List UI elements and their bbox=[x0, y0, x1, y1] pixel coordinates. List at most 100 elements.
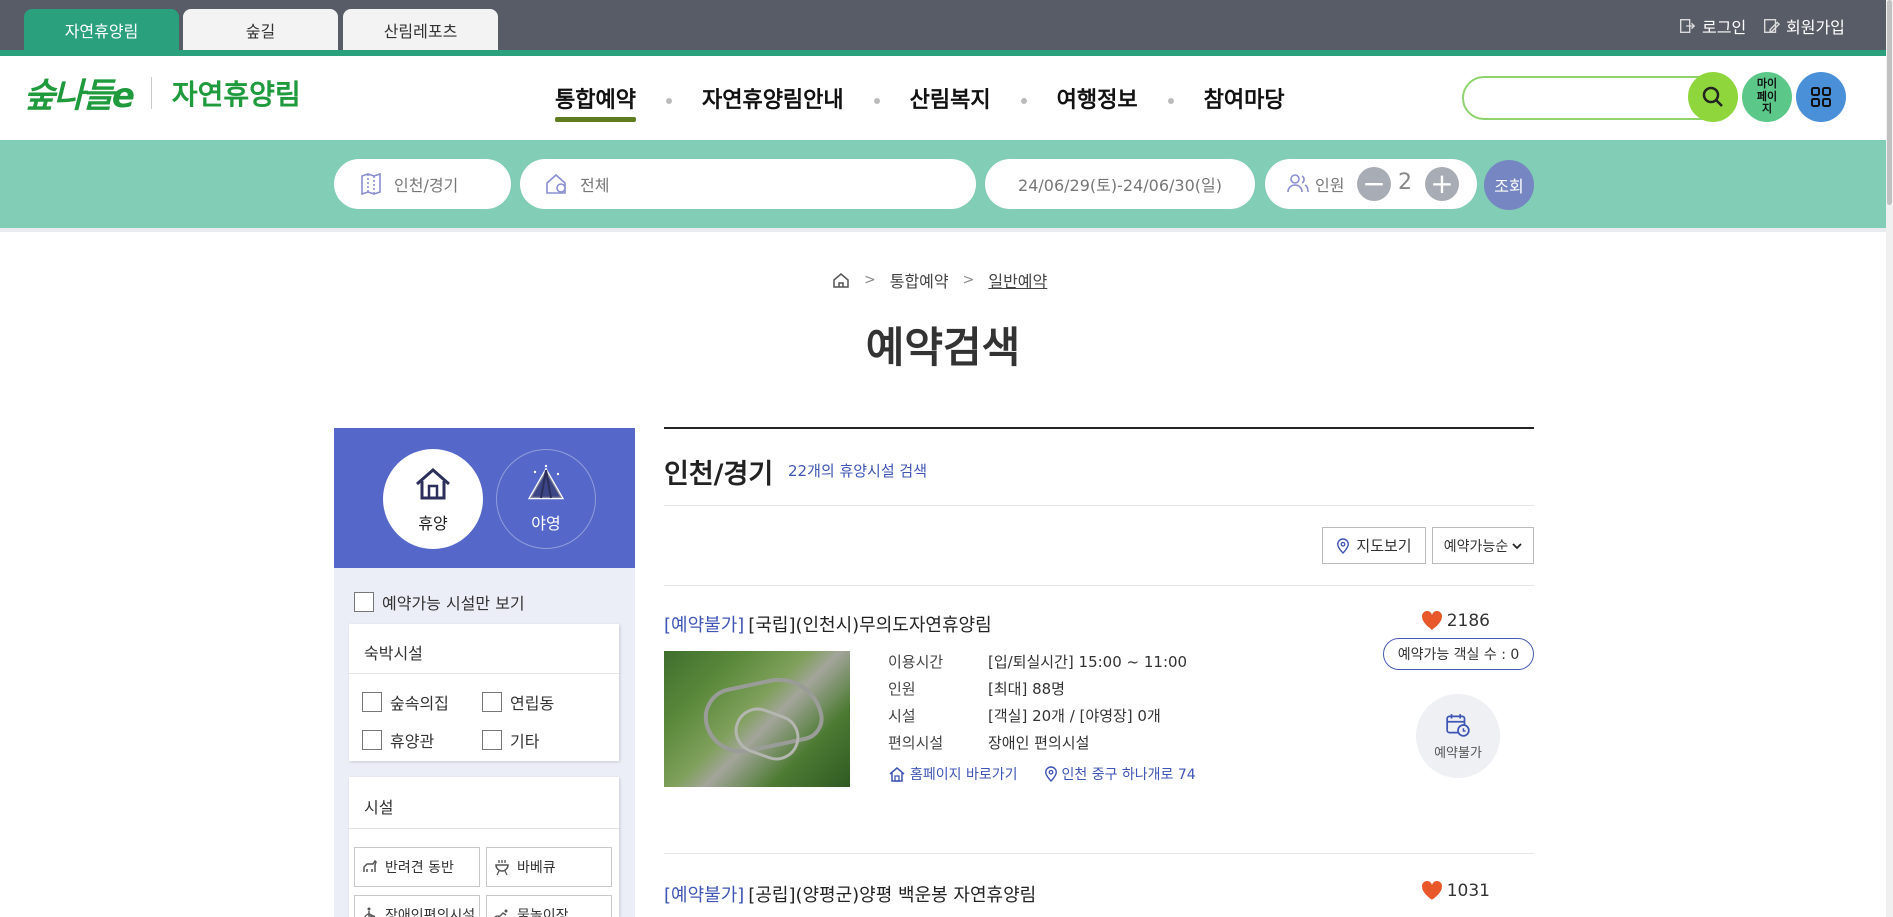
lodging-filter-box: 숙박시설 숲속의집 연립동 휴양관 기타 bbox=[349, 624, 619, 761]
search-button[interactable] bbox=[1688, 72, 1738, 122]
region-select[interactable]: 인천/경기 bbox=[334, 159, 511, 209]
chevron-down-icon bbox=[1512, 542, 1522, 549]
heart-icon bbox=[1421, 881, 1442, 900]
checkbox-box[interactable] bbox=[482, 730, 502, 750]
dog-icon bbox=[363, 859, 377, 872]
lodging-option-lodge[interactable]: 휴양관 bbox=[362, 728, 482, 752]
info-value: [입/퇴실시간] 15:00 ~ 11:00 bbox=[988, 653, 1188, 671]
lodging-option-label: 연립동 bbox=[510, 694, 555, 713]
nav-integrated-reservation[interactable]: 통합예약 bbox=[555, 82, 636, 122]
band-divider bbox=[0, 228, 1886, 232]
like-button[interactable]: 2186 bbox=[1421, 611, 1490, 631]
nav-dot bbox=[665, 98, 672, 104]
home-icon[interactable] bbox=[832, 271, 850, 289]
checkbox-box[interactable] bbox=[354, 592, 374, 612]
sort-value: 예약가능순 bbox=[1443, 538, 1509, 555]
lodging-option-rowhouse[interactable]: 연립동 bbox=[482, 690, 602, 714]
house-pin-icon bbox=[546, 173, 566, 194]
join-link[interactable]: 회원가입 bbox=[1762, 14, 1845, 38]
nav-travel-info[interactable]: 여행정보 bbox=[1057, 82, 1138, 120]
mypage-button[interactable]: 마이페이지 bbox=[1742, 72, 1792, 122]
lodging-option-other[interactable]: 기타 bbox=[482, 728, 602, 752]
people-plus-button[interactable]: + bbox=[1425, 167, 1459, 201]
breadcrumb: > 통합예약 > 일반예약 bbox=[832, 268, 1047, 292]
nav-dot bbox=[873, 98, 880, 104]
logo-divider bbox=[150, 76, 152, 109]
address-link[interactable]: 인천 중구 하나개로 74 bbox=[1044, 764, 1196, 784]
breadcrumb-general[interactable]: 일반예약 bbox=[988, 268, 1047, 292]
lodging-filter-title: 숙박시설 bbox=[349, 624, 619, 674]
inquiry-button[interactable]: 조회 bbox=[1484, 160, 1534, 210]
type-camping-button[interactable]: 야영 bbox=[496, 449, 596, 549]
facility-option-water-play[interactable]: 물놀이장 bbox=[486, 895, 612, 917]
nav-forest-info[interactable]: 자연휴양림안내 bbox=[702, 82, 844, 120]
breadcrumb-integrated[interactable]: 통합예약 bbox=[890, 268, 949, 292]
checkbox-box[interactable] bbox=[482, 692, 502, 712]
tent-icon bbox=[527, 464, 565, 500]
available-rooms-badge: 예약가능 객실 수 : 0 bbox=[1383, 638, 1534, 670]
date-range-value: 24/06/29(토)-24/06/30(일) bbox=[1018, 176, 1222, 195]
main-nav: 통합예약 자연휴양림안내 산림복지 여행정보 참여마당 bbox=[555, 82, 1285, 122]
facility-option-label: 물놀이장 bbox=[517, 908, 569, 917]
facility-name-link[interactable]: [예약불가] [국립](인천시)무의도자연휴양림 bbox=[664, 611, 1534, 637]
nav-community[interactable]: 참여마당 bbox=[1204, 82, 1285, 120]
info-key: 인원 bbox=[888, 680, 916, 698]
chevron-right-icon: > bbox=[962, 272, 975, 288]
home-icon bbox=[889, 767, 905, 782]
facility-option-pet[interactable]: 반려견 동반 bbox=[354, 847, 480, 887]
nav-forest-welfare[interactable]: 산림복지 bbox=[910, 82, 991, 120]
facility-links: 홈페이지 바로가기 인천 중구 하나개로 74 bbox=[888, 764, 1196, 784]
site-bar: 자연휴양림 숲길 산림레포츠 로그인 회원가입 bbox=[0, 0, 1886, 50]
region-value: 인천/경기 bbox=[394, 176, 459, 195]
site-tab-forest-leisure[interactable]: 산림레포츠 bbox=[343, 9, 498, 50]
date-range-picker[interactable]: 24/06/29(토)-24/06/30(일) bbox=[985, 159, 1255, 209]
like-count: 1031 bbox=[1446, 881, 1490, 901]
type-recreation-label: 휴양 bbox=[418, 514, 448, 533]
available-only-label: 예약가능 시설만 보기 bbox=[382, 594, 525, 613]
checkbox-box[interactable] bbox=[362, 692, 382, 712]
map-view-label: 지도보기 bbox=[1356, 537, 1412, 555]
people-minus-button[interactable]: − bbox=[1357, 167, 1391, 201]
facility-name: [공립](양평군)양평 백운봉 자연휴양림 bbox=[748, 885, 1037, 906]
people-icon bbox=[1287, 174, 1309, 193]
type-recreation-button[interactable]: 휴양 bbox=[383, 449, 483, 549]
page: 자연휴양림 숲길 산림레포츠 로그인 회원가입 숲나들e 자연휴양림 통합예약 … bbox=[0, 0, 1893, 917]
type-selector: 휴양 야영 bbox=[334, 428, 635, 568]
all-menu-button[interactable] bbox=[1796, 72, 1846, 122]
facility-select[interactable]: 전체 bbox=[520, 159, 976, 209]
facility-option-accessibility[interactable]: 장애인편의시설 bbox=[354, 895, 480, 917]
site-tab-forest-trail[interactable]: 숲길 bbox=[183, 9, 338, 50]
login-link[interactable]: 로그인 bbox=[1678, 14, 1746, 38]
like-button[interactable]: 1031 bbox=[1421, 881, 1490, 901]
homepage-link[interactable]: 홈페이지 바로가기 bbox=[888, 764, 1018, 784]
reserve-button[interactable]: 예약불가 bbox=[1416, 694, 1500, 778]
address-label: 인천 중구 하나개로 74 bbox=[1061, 767, 1196, 783]
facility-name-link[interactable]: [예약불가] [공립](양평군)양평 백운봉 자연휴양림 bbox=[664, 881, 1534, 907]
sort-select[interactable]: 예약가능순 bbox=[1432, 527, 1534, 564]
facility-photo[interactable] bbox=[664, 651, 850, 787]
people-count: 2 bbox=[1398, 170, 1412, 195]
logo[interactable]: 숲나들e 자연휴양림 bbox=[24, 68, 301, 117]
facility-options: 반려견 동반 바베큐 장애인편의시설 물놀이장 bbox=[349, 829, 619, 917]
card-divider bbox=[664, 853, 1534, 854]
results-top-border bbox=[664, 427, 1534, 429]
map-view-button[interactable]: 지도보기 bbox=[1322, 527, 1426, 564]
calendar-clock-icon bbox=[1446, 713, 1470, 737]
chevron-right-icon: > bbox=[864, 272, 876, 288]
page-title: 예약검색 bbox=[865, 323, 1021, 372]
scrollbar-thumb[interactable] bbox=[1887, 0, 1892, 205]
quick-search-bar: 인천/경기 전체 24/06/29(토)-24/06/30(일) 인원 − 2 … bbox=[0, 140, 1886, 228]
available-only-checkbox[interactable]: 예약가능 시설만 보기 bbox=[354, 590, 525, 614]
site-tab-recreation-forest[interactable]: 자연휴양림 bbox=[24, 9, 179, 50]
info-key: 시설 bbox=[888, 707, 916, 725]
edit-icon bbox=[1764, 19, 1780, 33]
checkbox-box[interactable] bbox=[362, 730, 382, 750]
filter-panel: 휴양 야영 예약가능 시설만 보기 숙박시설 숲속의집 연립동 휴양관 기타 시… bbox=[334, 428, 635, 917]
location-pin-icon bbox=[1337, 537, 1350, 554]
reservation-status: [예약불가] bbox=[664, 615, 745, 636]
lodging-option-cabin[interactable]: 숲속의집 bbox=[362, 690, 482, 714]
mypage-label: 마이페이지 bbox=[1756, 77, 1778, 116]
facility-option-bbq[interactable]: 바베큐 bbox=[486, 847, 612, 887]
lodging-option-label: 휴양관 bbox=[390, 732, 435, 751]
grill-icon bbox=[495, 860, 509, 876]
